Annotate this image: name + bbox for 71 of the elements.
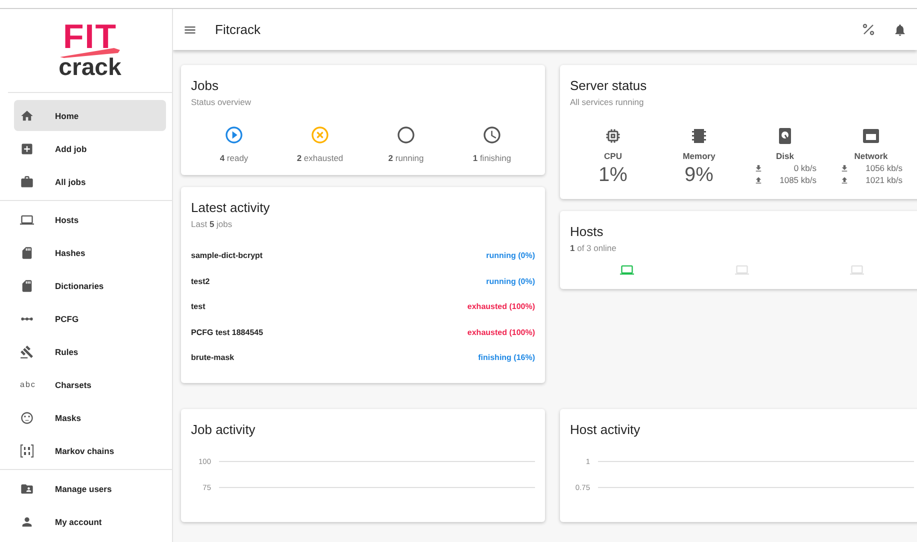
card-subtitle: 1 of 3 online [570, 243, 618, 253]
person-icon [20, 514, 34, 528]
sidebar-item[interactable]: Manage users [14, 473, 166, 504]
upload-rate: 1021 kb/s [864, 175, 902, 185]
job-name[interactable]: test2 [191, 276, 210, 286]
upload-rate: 1085 kb/s [778, 175, 816, 185]
gavel-icon [20, 344, 34, 358]
logo-text: crack [58, 56, 122, 80]
job-status: running (0%) [486, 276, 535, 286]
metric-label: Network [854, 151, 888, 161]
user-folder-icon [20, 482, 34, 496]
job-status: running (0%) [486, 251, 535, 260]
job-name[interactable]: brute-mask [191, 353, 234, 362]
notifications-icon[interactable] [893, 22, 907, 36]
card-title: Server status [570, 78, 648, 93]
logo-text: FIT [63, 22, 117, 52]
metric-value: 1% [598, 164, 628, 187]
card-subtitle: All services running [570, 97, 645, 107]
card-title: Latest activity [191, 200, 271, 215]
mask-icon [20, 410, 34, 424]
bracket-matrix-icon [20, 444, 34, 458]
card-title: Hosts [570, 224, 604, 239]
job-count: 2 running [388, 153, 424, 163]
job-status: exhausted (100%) [467, 328, 535, 337]
sidebar-item[interactable]: Hosts [14, 204, 166, 235]
metric-label: Memory [682, 151, 716, 161]
card-subtitle: Last 5 jobs [191, 219, 234, 229]
sidebar-item[interactable]: PCFG [14, 303, 166, 334]
storage-card-icon [20, 246, 34, 260]
storage-card-icon [20, 278, 34, 292]
sidebar-item[interactable]: Rules [14, 336, 166, 367]
cpu-chip-icon [604, 127, 622, 145]
sidebar-item[interactable]: Markov chains [14, 435, 166, 466]
job-count: 1 finishing [472, 153, 512, 163]
download-icon [840, 164, 848, 172]
briefcase-icon [20, 174, 34, 188]
job-name[interactable]: sample-dict-bcrypt [191, 251, 263, 260]
job-status: exhausted (100%) [467, 302, 535, 312]
download-rate: 1056 kb/s [864, 163, 902, 173]
download-rate: 0 kb/s [792, 163, 816, 173]
upload-icon [754, 176, 762, 184]
app-title: Fitcrack [215, 22, 262, 37]
sidebar-item[interactable]: Masks [14, 402, 166, 433]
home-icon [20, 108, 34, 122]
sidebar-item[interactable]: Hashes [14, 237, 166, 268]
metric-label: CPU [604, 151, 622, 161]
clock-icon [482, 125, 502, 145]
card-title: Jobs [191, 78, 220, 93]
card-title: Host activity [570, 422, 642, 436]
job-name[interactable]: PCFG test 1884545 [191, 328, 264, 337]
upload-icon [840, 176, 848, 184]
job-count: 2 exhausted [296, 153, 344, 163]
job-count: 4 ready [220, 153, 248, 163]
charset-icon: abc [20, 380, 36, 389]
briefcase-plus-icon [20, 142, 34, 156]
sidebar-item[interactable]: Home [14, 100, 166, 131]
memory-module-icon [690, 127, 708, 145]
sidebar-item[interactable]: Add job [14, 133, 166, 164]
job-name[interactable]: test [191, 302, 206, 312]
metric-label: Disk [776, 151, 794, 161]
card-subtitle: Status overview [191, 97, 252, 107]
metric-value: 9% [684, 164, 714, 187]
card-title: Job activity [191, 422, 256, 436]
download-icon [754, 164, 762, 172]
sidebar-item[interactable]: Dictionaries [14, 270, 166, 301]
sidebar-item[interactable]: abc Charsets [14, 369, 166, 400]
sidebar-item[interactable]: All jobs [14, 166, 166, 197]
computer-icon [20, 212, 34, 226]
percent-slash-icon[interactable] [862, 23, 875, 36]
job-status: finishing (16%) [478, 353, 535, 362]
sidebar-item[interactable]: My account [14, 506, 166, 537]
